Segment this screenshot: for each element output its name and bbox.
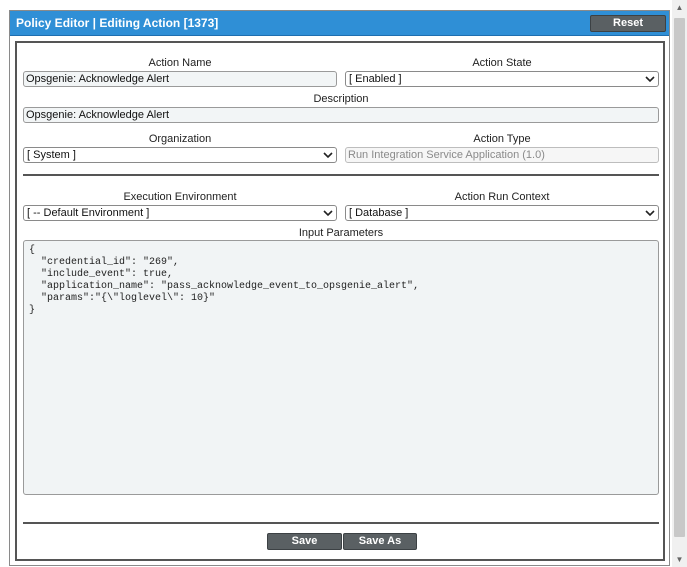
chevron-down-icon	[323, 152, 333, 159]
action-state-select[interactable]: [ Enabled ]	[345, 71, 659, 87]
organization-value: [ System ]	[27, 149, 76, 161]
scroll-up-icon[interactable]: ▲	[672, 0, 687, 15]
footer-divider	[23, 522, 659, 524]
chevron-down-icon	[645, 76, 655, 83]
action-state-value: [ Enabled ]	[349, 73, 402, 85]
execution-environment-label: Execution Environment	[123, 191, 237, 203]
action-name-field[interactable]: Opsgenie: Acknowledge Alert	[23, 71, 337, 87]
window-title: Policy Editor | Editing Action [1373]	[16, 16, 219, 30]
execution-environment-value: [ -- Default Environment ]	[27, 207, 150, 219]
action-type-field: Run Integration Service Application (1.0…	[345, 147, 659, 163]
action-state-label: Action State	[472, 57, 532, 69]
organization-label: Organization	[148, 133, 212, 145]
policy-editor-window: Policy Editor | Editing Action [1373] Re…	[9, 10, 670, 566]
description-label: Description	[313, 93, 369, 105]
input-parameters-label: Input Parameters	[298, 227, 384, 239]
execution-environment-select[interactable]: [ -- Default Environment ]	[23, 205, 337, 221]
section-divider	[23, 174, 659, 176]
vertical-scrollbar[interactable]: ▲ ▼	[672, 0, 687, 567]
description-field[interactable]: Opsgenie: Acknowledge Alert	[23, 107, 659, 123]
reset-button[interactable]: Reset	[590, 15, 666, 32]
save-button[interactable]: Save	[267, 533, 342, 550]
organization-select[interactable]: [ System ]	[23, 147, 337, 163]
title-bar: Policy Editor | Editing Action [1373] Re…	[10, 11, 669, 36]
chevron-down-icon	[645, 210, 655, 217]
save-as-button[interactable]: Save As	[343, 533, 417, 550]
action-name-label: Action Name	[148, 57, 212, 69]
scroll-down-icon[interactable]: ▼	[672, 552, 687, 567]
action-type-label: Action Type	[473, 133, 531, 145]
chevron-down-icon	[323, 210, 333, 217]
editor-panel: Action Name Action State Opsgenie: Ackno…	[15, 41, 665, 561]
input-parameters-editor[interactable]: { "credential_id": "269", "include_event…	[23, 240, 659, 495]
action-run-context-label: Action Run Context	[454, 191, 550, 203]
action-run-context-select[interactable]: [ Database ]	[345, 205, 659, 221]
scrollbar-thumb[interactable]	[674, 18, 685, 537]
action-run-context-value: [ Database ]	[349, 207, 409, 219]
